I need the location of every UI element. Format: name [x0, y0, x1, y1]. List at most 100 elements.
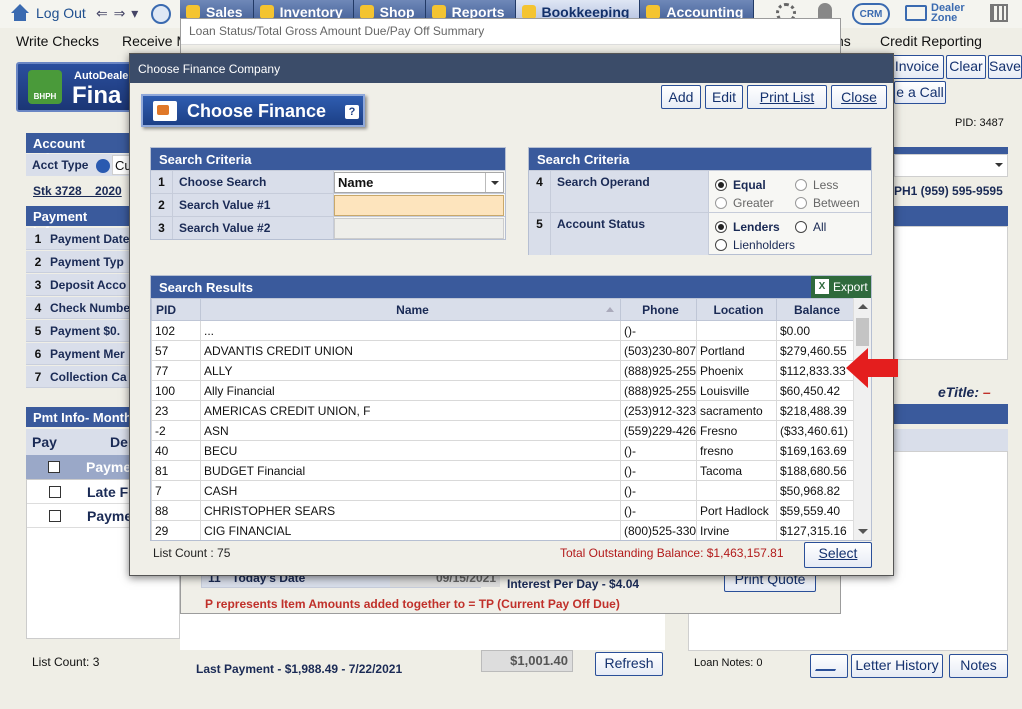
cell-pid: 40 [151, 440, 201, 461]
table-row[interactable]: 57 ADVANTIS CREDIT UNION (503)230-8074 Port… [151, 340, 854, 361]
column-header-name[interactable]: Name [200, 298, 621, 321]
payment-row: 7 Collection Ca [26, 366, 136, 388]
list-count: List Count : 75 [153, 546, 231, 560]
operand-equal-radio[interactable]: Equal [715, 178, 766, 192]
table-row[interactable]: -2 ASN (559)229-4262 Fresno ($33,460.61) [151, 420, 854, 441]
bhph-logo: BHPH [28, 70, 62, 104]
criteria-row-value-1: 2 Search Value #1 [151, 193, 505, 216]
letter-history-button[interactable]: Letter History [851, 654, 943, 678]
bookkeeping-icon [521, 5, 536, 19]
payment-row: 5 Payment $0. [26, 320, 136, 342]
loan-notes-count: Loan Notes: 0 [694, 657, 763, 669]
export-button[interactable]: X Export [811, 276, 871, 298]
operand-greater-radio[interactable]: Greater [715, 196, 774, 210]
operand-less-radio[interactable]: Less [795, 178, 838, 192]
column-header-location[interactable]: Location [696, 298, 777, 321]
close-button[interactable]: Close [831, 85, 887, 109]
menu-credit-reporting[interactable]: Credit Reporting [880, 33, 982, 49]
wrench-icon [359, 5, 374, 19]
column-header-pid[interactable]: PID [151, 298, 201, 321]
pay-column-header: Pay [32, 434, 57, 450]
table-row[interactable]: 81 BUDGET Financial ()- Tacoma $188,680.56 [151, 460, 854, 481]
description-column-header: De [110, 434, 128, 450]
select-button[interactable]: Select [804, 542, 872, 568]
cell-pid: 102 [151, 320, 201, 341]
stock-link[interactable]: Stk 3728 2020 [33, 184, 122, 198]
support-icon[interactable] [151, 4, 171, 24]
back-forward-icon[interactable]: ⇐ ⇒ ▾ [96, 5, 139, 22]
pen-button[interactable] [810, 654, 848, 678]
search-value-1-input[interactable] [334, 195, 504, 216]
status-lenders-radio[interactable]: Lenders [715, 220, 780, 234]
dealer-zone-button[interactable]: Dealer Zone [905, 3, 965, 24]
table-row[interactable]: 7 CASH ()- $50,968.82 [151, 480, 854, 501]
banner-label: Choose Finance [187, 101, 327, 121]
column-header-phone[interactable]: Phone [620, 298, 697, 321]
cell-phone: ()- [620, 480, 697, 501]
total-outstanding-balance: Total Outstanding Balance: $1,463,157.81 [560, 546, 784, 560]
menu-write-checks[interactable]: Write Checks [16, 33, 99, 49]
pmt-row-checkbox[interactable] [48, 461, 60, 473]
table-row[interactable]: 23 AMERICAS CREDIT UNION, F (253)912-3232 s… [151, 400, 854, 421]
loan-window-title: Loan Status/Total Gross Amount Due/Pay O… [189, 24, 485, 38]
status-all-radio[interactable]: All [795, 220, 826, 234]
pmt-row-checkbox[interactable] [49, 510, 61, 522]
operand-between-radio[interactable]: Between [795, 196, 860, 210]
table-row[interactable]: 100 Ally Financial (888)925-2559 Louisville… [151, 380, 854, 401]
cell-name: Ally Financial [200, 380, 621, 401]
search-value-2-input[interactable] [334, 218, 504, 239]
make-call-button[interactable]: e a Call [894, 81, 946, 104]
column-header-balance[interactable]: Balance [776, 298, 854, 321]
right-criteria-header: Search Criteria [529, 148, 871, 170]
menu-receive[interactable]: Receive M [122, 33, 188, 49]
crm-button[interactable]: CRM [852, 3, 890, 25]
dealer-zone-icon [905, 5, 927, 21]
amount-field[interactable]: $1,001.40 [481, 650, 573, 672]
table-row[interactable]: 77 ALLY (888)925-2559 Phoenix $112,833.33 [151, 360, 854, 381]
cell-pid: 29 [151, 520, 201, 540]
cell-location [696, 480, 777, 501]
invoice-button[interactable]: Invoice [890, 55, 944, 79]
payoff-note: P represents Item Amounts added together… [205, 597, 620, 611]
right-table-header [894, 429, 1008, 451]
refresh-button[interactable]: Refresh [595, 652, 663, 676]
table-row[interactable]: 102... ()- $0.00 [151, 320, 854, 341]
help-icon[interactable]: ? [345, 105, 359, 119]
cell-phone: ()- [620, 320, 697, 341]
notes-button[interactable]: Notes [949, 654, 1008, 678]
add-button[interactable]: Add [661, 85, 701, 109]
cell-location: sacramento [696, 400, 777, 421]
calculator-icon[interactable] [990, 4, 1008, 22]
cell-balance: $50,968.82 [776, 480, 854, 501]
scroll-down-icon[interactable] [858, 529, 868, 534]
cell-name: ADVANTIS CREDIT UNION [200, 340, 621, 361]
right-section-header-2 [894, 206, 1008, 226]
save-button[interactable]: Save [988, 55, 1022, 79]
table-row[interactable]: 88 CHRISTOPHER SEARS ()- Port Hadlock $59,55… [151, 500, 854, 521]
choose-search-select[interactable]: Name [334, 172, 504, 193]
table-row[interactable]: 29 CIG FINANCIAL (800)525-3300 Irvine $127,3… [151, 520, 854, 540]
cell-pid: 57 [151, 340, 201, 361]
pmt-row-checkbox[interactable] [49, 486, 61, 498]
criteria-row-account-status: 5 Account Status Lenders All Lienholders [529, 212, 871, 255]
cell-phone: (253)912-3232 [620, 400, 697, 421]
status-lienholders-radio[interactable]: Lienholders [715, 238, 795, 252]
cell-location: Port Hadlock [696, 500, 777, 521]
radio-dot [715, 239, 727, 251]
cell-location: Portland [696, 340, 777, 361]
info-icon[interactable] [95, 158, 110, 173]
right-select[interactable] [894, 154, 1008, 177]
results-header-row: PID Name Phone Location Balance [151, 298, 854, 321]
cell-location: Phoenix [696, 360, 777, 381]
cell-pid: 100 [151, 380, 201, 401]
clear-button[interactable]: Clear [946, 55, 986, 79]
cell-location: Tacoma [696, 460, 777, 481]
logout-link[interactable]: Log Out [10, 4, 86, 22]
scroll-up-icon[interactable] [858, 304, 868, 309]
bhph-subtitle: AutoDeale [74, 70, 129, 82]
scroll-thumb[interactable] [856, 318, 869, 346]
print-list-button[interactable]: Print List [747, 85, 827, 109]
table-row[interactable]: 40 BECU ()- fresno $169,163.69 [151, 440, 854, 461]
edit-button[interactable]: Edit [705, 85, 743, 109]
results-scrollbar[interactable] [853, 298, 871, 540]
